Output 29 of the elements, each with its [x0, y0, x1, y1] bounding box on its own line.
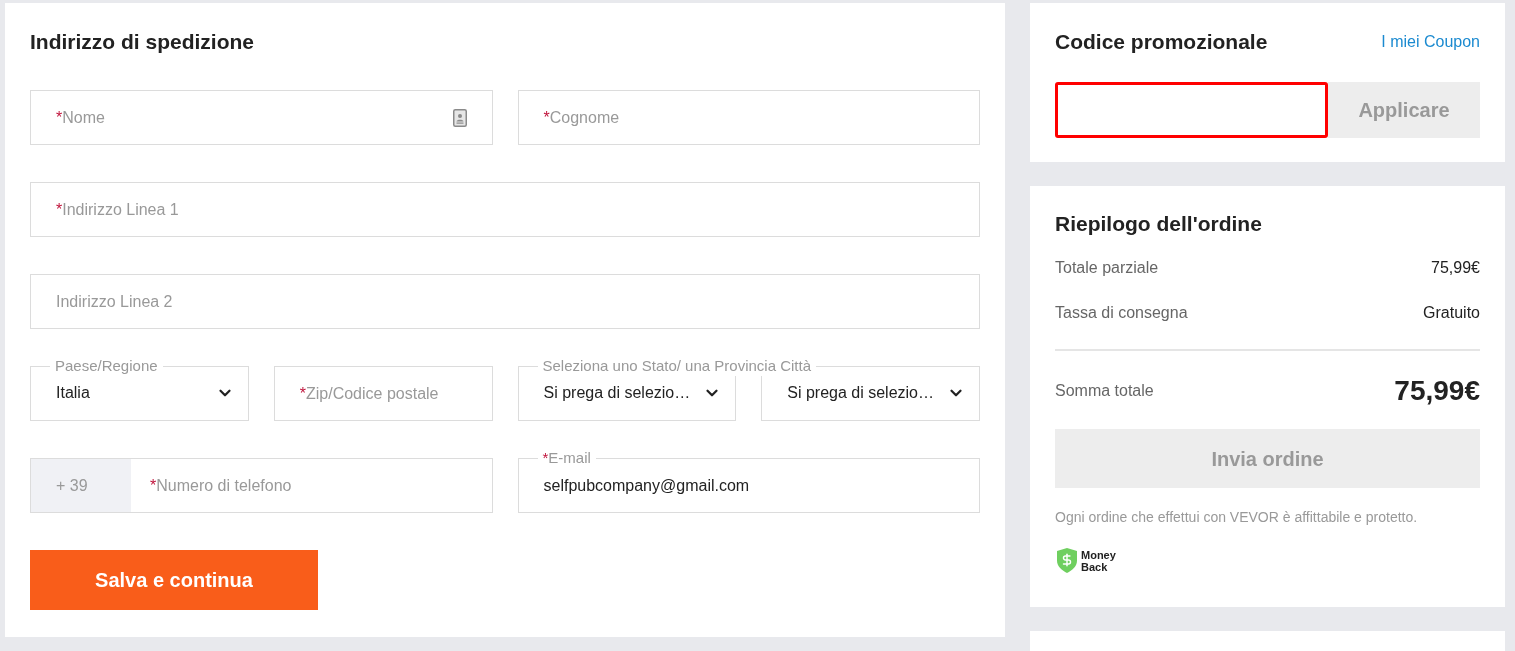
phone-field[interactable]: + 39 *Numero di telefono	[30, 458, 493, 513]
section-title: Indirizzo di spedizione	[30, 29, 255, 55]
total-label: Somma totale	[1055, 381, 1154, 401]
coupons-link[interactable]: I miei Coupon	[1381, 30, 1480, 54]
money-back-shield-icon	[1057, 548, 1077, 573]
summary-label: Totale parziale	[1055, 258, 1159, 278]
summary-value: Gratuito	[1423, 303, 1480, 323]
section-title: Riepilogo dell'ordine	[1055, 211, 1263, 237]
contact-card-icon[interactable]	[452, 108, 467, 127]
summary-label: Tassa di consegna	[1055, 303, 1188, 323]
field-label: *E-mail	[541, 448, 592, 468]
input-field[interactable]: *Nome	[30, 90, 493, 145]
total-value: 75,99€	[1394, 374, 1480, 408]
country-code-prefix: + 39	[31, 459, 131, 512]
protection-note: Ogni ordine che effettui con VEVOR è affittabile e protetto.	[1055, 508, 1419, 527]
field-label: Seleziona uno Stato/ una Provincia Città	[541, 356, 812, 376]
field-label: Paese/Regione	[54, 356, 159, 376]
dropdown-select[interactable]: Si prega di selezio…	[517, 376, 737, 421]
input-field[interactable]: *Indirizzo Linea 1	[30, 182, 980, 237]
input-field[interactable]: selfpubcompany@gmail.com	[517, 468, 980, 513]
dropdown-select[interactable]: Si prega di selezio…	[761, 376, 980, 421]
dropdown-select[interactable]: Italia	[30, 376, 249, 421]
input-field[interactable]: *Zip/Codice postale	[273, 366, 493, 421]
save-continue-button[interactable]: Salva e continua	[30, 550, 318, 610]
summary-value: 75,99€	[1431, 258, 1480, 278]
promo-code-field[interactable]	[1055, 82, 1328, 138]
section-title: Codice promozionale	[1055, 29, 1268, 55]
money-back-label: Money Back	[1081, 548, 1117, 573]
input-field[interactable]: *Cognome	[517, 90, 980, 145]
